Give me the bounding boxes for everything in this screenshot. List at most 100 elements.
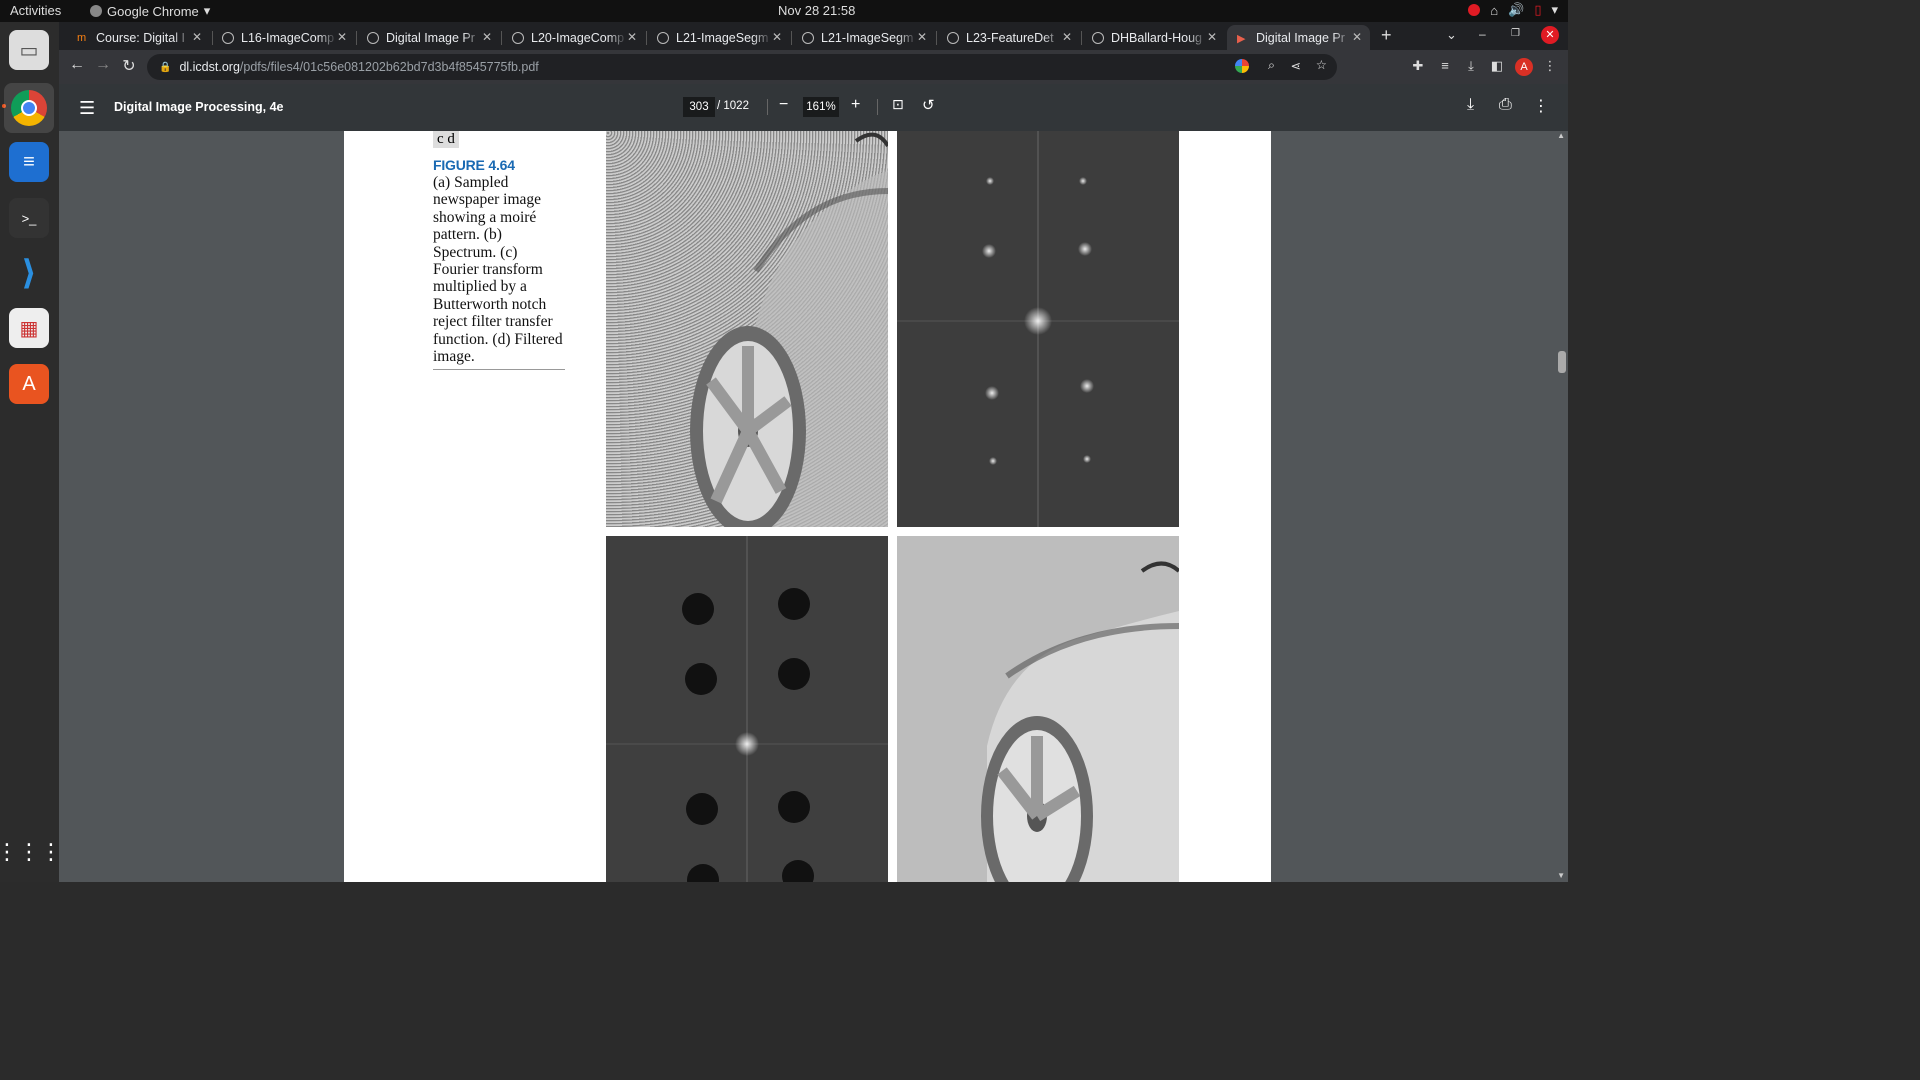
chrome-icon xyxy=(90,5,102,17)
globe-icon xyxy=(947,31,959,44)
tab-l21-b[interactable]: L21-ImageSegm ✕ xyxy=(792,25,935,50)
extensions-puzzle-icon[interactable]: ✚ xyxy=(1409,58,1427,76)
chevron-down-icon: ▾ xyxy=(203,3,211,18)
volume-icon: 🔊 xyxy=(1508,2,1525,17)
globe-icon xyxy=(512,31,524,44)
rotate-icon[interactable]: ↺ xyxy=(922,96,935,114)
system-top-bar: Activities Google Chrome ▾ Nov 28 21:58 … xyxy=(0,0,1568,22)
tab-digital-image-active[interactable]: ▶ Digital Image Pr ✕ xyxy=(1227,25,1370,50)
figure-title: FIGURE 4.64 xyxy=(433,157,515,173)
tab-l21-a[interactable]: L21-ImageSegm ✕ xyxy=(647,25,790,50)
globe-icon xyxy=(367,31,379,44)
notch-filter-illustration xyxy=(606,536,888,882)
close-icon[interactable]: ✕ xyxy=(772,30,782,44)
app-name: Google Chrome xyxy=(107,3,199,19)
restore-icon[interactable]: ❐ xyxy=(1511,28,1520,39)
spectrum-illustration xyxy=(897,131,1179,527)
print-icon[interactable]: ⎙ xyxy=(1499,96,1512,114)
reload-icon[interactable]: ↻ xyxy=(118,56,140,76)
minimize-icon[interactable]: – xyxy=(1479,27,1486,41)
tab-digital-image-1[interactable]: Digital Image Pr ✕ xyxy=(357,25,500,50)
figure-panel-a-newspaper-image xyxy=(606,131,888,527)
pdf-page: c d FIGURE 4.64 (a) Sampled newspaper im… xyxy=(344,131,1271,882)
url-host: dl.icdst.org xyxy=(179,60,240,74)
navigation-toolbar: ← → ↻ 🔒 dl.icdst.org/pdfs/files4/01c56e0… xyxy=(59,50,1568,84)
close-icon[interactable]: ✕ xyxy=(1062,30,1072,44)
more-options-icon[interactable]: ⋮ xyxy=(1533,96,1549,116)
moodle-icon: m xyxy=(77,31,87,44)
app-menu[interactable]: Google Chrome ▾ xyxy=(90,3,210,19)
forward-arrow-icon[interactable]: → xyxy=(92,56,114,74)
battery-icon: ▯ xyxy=(1534,2,1542,17)
back-arrow-icon[interactable]: ← xyxy=(66,56,88,74)
figure-panel-d-filtered-image xyxy=(897,536,1179,882)
tab-l20[interactable]: L20-ImageComp ✕ xyxy=(502,25,645,50)
files-icon[interactable]: ▭ xyxy=(9,30,49,70)
panel-labels: c d xyxy=(433,131,459,148)
side-panel-icon[interactable]: ◧ xyxy=(1488,58,1506,76)
scroll-down-arrow-icon[interactable]: ▼ xyxy=(1557,871,1565,880)
figure-panel-b-spectrum xyxy=(897,131,1179,527)
software-center-icon[interactable]: A xyxy=(9,364,49,404)
close-icon[interactable]: ✕ xyxy=(1352,30,1362,44)
terminal-icon[interactable]: >_ xyxy=(9,198,49,238)
pdf-viewer[interactable]: c d FIGURE 4.64 (a) Sampled newspaper im… xyxy=(59,131,1568,882)
figure-panel-c-notch-filtered-transform xyxy=(606,536,888,882)
window-close-icon[interactable]: ✕ xyxy=(1541,26,1559,44)
text-editor-icon[interactable]: ≡ xyxy=(9,142,49,182)
tab-search-chevron-icon[interactable]: ⌄ xyxy=(1446,27,1457,43)
pdf-icon: ▶ xyxy=(1237,32,1246,45)
google-lens-icon[interactable] xyxy=(1235,59,1249,73)
zoom-level-input[interactable]: 161% xyxy=(803,97,839,117)
scroll-up-arrow-icon[interactable]: ▲ xyxy=(1557,131,1565,140)
tab-dhballard[interactable]: DHBallard-Houg ✕ xyxy=(1082,25,1225,50)
hamburger-menu-icon[interactable]: ☰ xyxy=(79,98,95,119)
zoom-out-icon[interactable]: − xyxy=(779,96,788,114)
close-icon[interactable]: ✕ xyxy=(917,30,927,44)
lock-icon: 🔒 xyxy=(159,61,172,73)
download-pdf-icon[interactable]: ⤓ xyxy=(1467,96,1474,114)
chrome-dock-icon[interactable] xyxy=(4,83,54,133)
show-apps-grid-icon[interactable]: ⋮⋮⋮ xyxy=(0,832,62,872)
close-icon[interactable]: ✕ xyxy=(337,30,347,44)
chrome-menu-icon[interactable]: ⋮ xyxy=(1541,58,1559,76)
dock: ▭ ≡ >_ ⟩ ▦ A ⋮⋮⋮ xyxy=(0,22,62,882)
page-number-input[interactable]: 303 xyxy=(683,97,715,117)
tab-strip: m Course: Digital I ✕ L16-ImageComp ✕ Di… xyxy=(59,22,1568,50)
close-icon[interactable]: ✕ xyxy=(192,30,202,44)
activities-button[interactable]: Activities xyxy=(10,3,61,18)
globe-icon xyxy=(222,31,234,44)
scrollbar-thumb[interactable] xyxy=(1558,351,1566,373)
address-bar[interactable]: 🔒 dl.icdst.org/pdfs/files4/01c56e081202b… xyxy=(147,54,1337,80)
download-icon[interactable]: ⤓ xyxy=(1462,58,1480,76)
clock[interactable]: Nov 28 21:58 xyxy=(778,3,855,18)
tab-course[interactable]: m Course: Digital I ✕ xyxy=(67,25,210,50)
tab-l16[interactable]: L16-ImageComp ✕ xyxy=(212,25,355,50)
share-icon[interactable]: ⋖ xyxy=(1291,58,1301,73)
new-tab-plus-icon[interactable]: + xyxy=(1381,25,1392,46)
pdf-toolbar: ☰ Digital Image Processing, 4e 303 / 102… xyxy=(59,84,1568,131)
globe-icon xyxy=(1092,31,1104,44)
fit-to-page-icon[interactable]: ⊡ xyxy=(892,96,904,113)
close-icon[interactable]: ✕ xyxy=(627,30,637,44)
close-icon[interactable]: ✕ xyxy=(1207,30,1217,44)
document-viewer-icon[interactable]: ▦ xyxy=(9,308,49,348)
network-icon: ⌂ xyxy=(1490,2,1499,18)
document-title: Digital Image Processing, 4e xyxy=(114,100,284,114)
close-icon[interactable]: ✕ xyxy=(482,30,492,44)
car-illustration xyxy=(690,132,888,527)
system-tray[interactable]: ⌂ 🔊 ▯ ▾ xyxy=(1468,2,1558,18)
tab-l23[interactable]: L23-FeatureDet ✕ xyxy=(937,25,1080,50)
reading-list-icon[interactable]: ≡ xyxy=(1436,58,1454,76)
globe-icon xyxy=(657,31,669,44)
vscode-icon[interactable]: ⟩ xyxy=(9,253,49,293)
zoom-in-icon[interactable]: + xyxy=(851,96,860,114)
bookmark-star-icon[interactable]: ☆ xyxy=(1316,57,1327,72)
page-total: / 1022 xyxy=(717,100,749,112)
zoom-icon[interactable]: ⌕ xyxy=(1268,58,1275,73)
profile-avatar[interactable]: A xyxy=(1515,58,1533,76)
car-filtered-illustration xyxy=(981,561,1179,882)
figure-caption: (a) Sampled newspaper image showing a mo… xyxy=(433,174,565,371)
do-not-disturb-icon xyxy=(1468,4,1481,16)
chevron-down-icon: ▾ xyxy=(1551,2,1558,17)
